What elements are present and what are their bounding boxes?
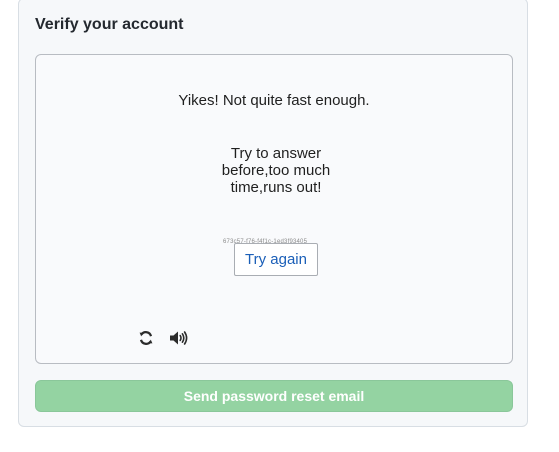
- refresh-icon: [139, 331, 153, 345]
- captcha-frame: Yikes! Not quite fast enough. Try to ans…: [35, 54, 513, 364]
- send-password-reset-button[interactable]: Send password reset email: [35, 380, 513, 412]
- captcha-headline: Yikes! Not quite fast enough.: [178, 92, 370, 109]
- captcha-subtext-line: before,too much: [221, 162, 331, 179]
- captcha-subtext: Try to answer before,too much time,runs …: [186, 145, 366, 196]
- captcha-subtext-line: time,runs out!: [230, 179, 322, 196]
- verify-account-panel: Verify your account Yikes! Not quite fas…: [18, 0, 528, 427]
- audio-button[interactable]: [168, 327, 190, 349]
- refresh-button[interactable]: [135, 327, 157, 349]
- audio-icon: [170, 331, 188, 345]
- captcha-subtext-line: Try to answer: [230, 145, 322, 162]
- try-again-button[interactable]: Try again: [234, 243, 318, 276]
- panel-title: Verify your account: [35, 16, 184, 33]
